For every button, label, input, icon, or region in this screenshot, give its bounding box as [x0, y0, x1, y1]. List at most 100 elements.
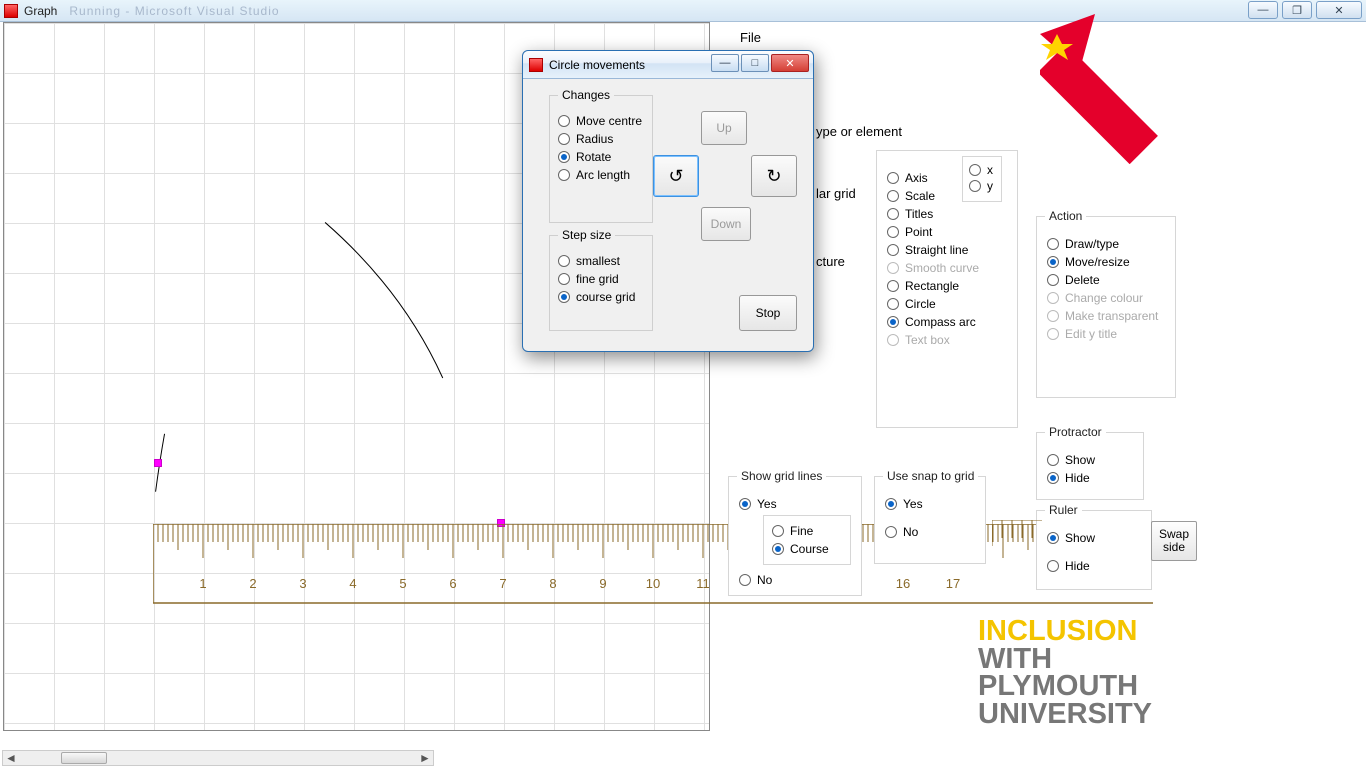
radio-edit-y: Edit y title: [1047, 327, 1165, 341]
scroll-right-icon[interactable]: ►: [417, 751, 433, 765]
radio-move[interactable]: Move/resize: [1047, 255, 1165, 269]
scroll-thumb[interactable]: [61, 752, 107, 764]
radio-draw[interactable]: Draw/type: [1047, 237, 1165, 251]
ruler-peek: [992, 520, 1042, 560]
radio-label: fine grid: [576, 272, 619, 286]
radio-grid-yes[interactable]: Yes: [739, 497, 851, 511]
radio-label: Draw/type: [1065, 237, 1119, 251]
action-group: Action Draw/type Move/resize Delete Chan…: [1036, 216, 1176, 398]
window-restore[interactable]: ❐: [1282, 1, 1312, 19]
svg-text:4: 4: [349, 576, 356, 591]
horizontal-scrollbar[interactable]: ◄ ►: [2, 750, 434, 766]
group-legend: Use snap to grid: [883, 469, 978, 483]
radio-ruler-show[interactable]: Show: [1047, 531, 1141, 545]
radio-move-centre[interactable]: Move centre: [558, 114, 644, 128]
aro-arrow-icon: A R O: [1040, 14, 1180, 164]
gridline: [4, 623, 709, 624]
svg-text:8: 8: [549, 576, 556, 591]
radio-point[interactable]: Point: [887, 225, 1007, 239]
radio-prot-show[interactable]: Show: [1047, 453, 1133, 467]
svg-text:7: 7: [499, 576, 506, 591]
radio-radius[interactable]: Radius: [558, 132, 644, 146]
radio-label: No: [757, 573, 772, 587]
peek-text: ype or element: [816, 124, 902, 139]
scroll-track[interactable]: [19, 751, 417, 765]
radio-smallest[interactable]: smallest: [558, 254, 644, 268]
radio-arc-length[interactable]: Arc length: [558, 168, 644, 182]
radio-rectangle[interactable]: Rectangle: [887, 279, 1007, 293]
svg-text:A: A: [1079, 40, 1112, 73]
radio-label: Hide: [1065, 471, 1090, 485]
button-label: Up: [716, 121, 731, 135]
step-group: Step size smallest fine grid course grid: [549, 235, 653, 331]
radio-prot-hide[interactable]: Hide: [1047, 471, 1133, 485]
radio-label: Rotate: [576, 150, 611, 164]
group-legend: Protractor: [1045, 425, 1106, 439]
svg-text:9: 9: [599, 576, 606, 591]
stop-button[interactable]: Stop: [739, 295, 797, 331]
dialog-maximize[interactable]: □: [741, 54, 769, 72]
menu-file[interactable]: File: [740, 30, 761, 45]
swap-side-button[interactable]: Swap side: [1151, 521, 1197, 561]
svg-text:O: O: [1128, 90, 1162, 124]
dialog-titlebar[interactable]: Circle movements — □ ✕: [523, 51, 813, 79]
gridline: [4, 373, 709, 374]
snap-group: Use snap to grid Yes No: [874, 476, 986, 564]
radio-label: Titles: [905, 207, 933, 221]
rotate-cw-button[interactable]: ↻: [751, 155, 797, 197]
svg-text:6: 6: [449, 576, 456, 591]
radio-y[interactable]: y: [969, 179, 995, 193]
peek-text: cture: [816, 254, 845, 269]
radio-fine-grid[interactable]: fine grid: [558, 272, 644, 286]
radio-text-box: Text box: [887, 333, 1007, 347]
radio-label: Straight line: [905, 243, 968, 257]
radio-label: Make transparent: [1065, 309, 1158, 323]
radio-straight-line[interactable]: Straight line: [887, 243, 1007, 257]
radio-label: Text box: [905, 333, 950, 347]
radio-course-grid[interactable]: course grid: [558, 290, 644, 304]
gridline: [4, 423, 709, 424]
radio-x[interactable]: x: [969, 163, 995, 177]
radio-grid-no[interactable]: No: [739, 573, 851, 587]
down-button[interactable]: Down: [701, 207, 751, 241]
dialog-minimize[interactable]: —: [711, 54, 739, 72]
radio-label: Delete: [1065, 273, 1100, 287]
circle-movements-dialog[interactable]: Circle movements — □ ✕ Changes Move cent…: [522, 50, 814, 352]
up-button[interactable]: Up: [701, 111, 747, 145]
svg-text:10: 10: [646, 576, 660, 591]
group-legend: Changes: [558, 88, 614, 102]
grid-fine-course: Fine Course: [763, 515, 851, 565]
scroll-left-icon[interactable]: ◄: [3, 751, 19, 765]
button-label: Stop: [756, 306, 781, 320]
window-minimize[interactable]: —: [1248, 1, 1278, 19]
svg-text:17: 17: [946, 576, 960, 591]
radio-circle[interactable]: Circle: [887, 297, 1007, 311]
radio-label: Axis: [905, 171, 928, 185]
app-subtitle: Running - Microsoft Visual Studio: [69, 4, 279, 18]
radio-grid-course[interactable]: Course: [772, 542, 842, 556]
radio-label: Move/resize: [1065, 255, 1130, 269]
gridline: [4, 473, 709, 474]
group-legend: Step size: [558, 228, 615, 242]
radio-label: Hide: [1065, 559, 1090, 573]
radio-label: Compass arc: [905, 315, 976, 329]
rotate-ccw-button[interactable]: ↺: [653, 155, 699, 197]
radio-label: Course: [790, 542, 829, 556]
radio-label: Show: [1065, 453, 1095, 467]
radio-compass-arc[interactable]: Compass arc: [887, 315, 1007, 329]
window-controls: — ❐ ✕: [1248, 1, 1362, 19]
radio-snap-no[interactable]: No: [885, 525, 975, 539]
window-close[interactable]: ✕: [1316, 1, 1362, 19]
svg-text:1: 1: [199, 576, 206, 591]
svg-text:3: 3: [299, 576, 306, 591]
radio-grid-fine[interactable]: Fine: [772, 524, 842, 538]
radio-rotate[interactable]: Rotate: [558, 150, 644, 164]
arc-handle[interactable]: [154, 459, 162, 467]
radio-titles[interactable]: Titles: [887, 207, 1007, 221]
radio-label: Move centre: [576, 114, 642, 128]
radio-ruler-hide[interactable]: Hide: [1047, 559, 1141, 573]
radio-snap-yes[interactable]: Yes: [885, 497, 975, 511]
button-label: Down: [711, 217, 742, 231]
radio-delete[interactable]: Delete: [1047, 273, 1165, 287]
dialog-close[interactable]: ✕: [771, 54, 809, 72]
